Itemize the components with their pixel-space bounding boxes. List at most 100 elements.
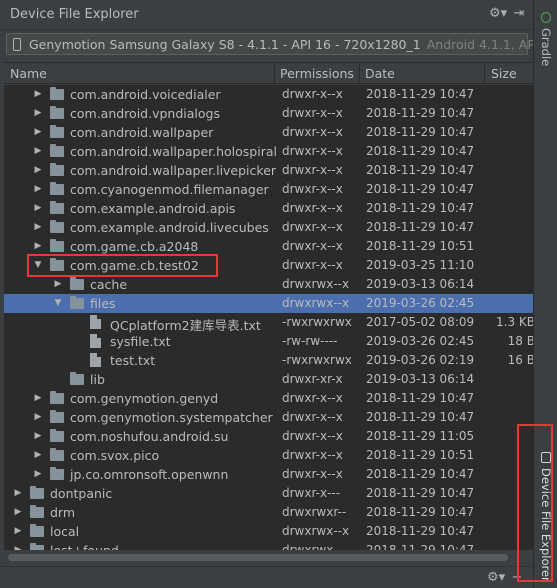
scrollbar-thumb[interactable] (8, 554, 508, 561)
folder-row[interactable]: ▶ com.android.voicedialer drwxr-x--x 2018-1… (4, 85, 533, 104)
collapse-arrow-icon[interactable]: ▶ (32, 218, 44, 237)
entry-name: com.android.wallpaper.livepicker (70, 163, 277, 178)
collapse-arrow-icon[interactable]: ▶ (12, 503, 24, 522)
folder-row[interactable]: ▶ com.cyanogenmod.filemanager drwxr-x--x 20… (4, 180, 533, 199)
file-tree: ▶ com.android.voicedialer drwxr-x--x 2018-1… (4, 85, 533, 550)
entry-permissions: drwxr-x--x (282, 182, 343, 196)
folder-row[interactable]: ▶ com.android.wallpaper.livepicker drwxr-x… (4, 161, 533, 180)
collapse-arrow-icon[interactable]: ▶ (32, 465, 44, 484)
folder-icon (70, 296, 84, 309)
folder-row[interactable]: ▶ drm drwxrwxr-- 2018-11-29 10:47 (4, 503, 533, 522)
collapse-arrow-icon[interactable]: ▶ (32, 389, 44, 408)
tab-gradle[interactable]: Gradle (534, 10, 557, 70)
entry-name: dontpanic (50, 486, 113, 501)
folder-row[interactable]: ▶ lost+found drwxrwx--- 2018-11-29 10:47 (4, 541, 533, 550)
folder-row[interactable]: ▶ com.android.vpndialogs drwxr-x--x 2018-11… (4, 104, 533, 123)
entry-name: local (50, 524, 80, 539)
entry-permissions: drwxr-x--x (282, 258, 343, 272)
collapse-arrow-icon[interactable]: ▶ (32, 180, 44, 199)
collapse-arrow-icon[interactable]: ▶ (32, 237, 44, 256)
folder-icon (50, 258, 64, 271)
folder-row[interactable]: ▶ com.svox.pico drwxr-x--x 2018-11-29 10:51 (4, 446, 533, 465)
entry-date: 2018-11-29 10:47 (366, 467, 475, 481)
folder-row[interactable]: ▶ local drwxrwx--x 2018-11-29 10:47 (4, 522, 533, 541)
folder-row[interactable]: ▶ jp.co.omronsoft.openwnn drwxr-x--x 2018-1… (4, 465, 533, 484)
entry-name: cache (90, 277, 128, 292)
entry-date: 2018-11-29 10:47 (366, 524, 475, 538)
entry-permissions: drwxr-x--x (282, 144, 343, 158)
folder-row[interactable]: lib drwxr-xr-x 2019-03-13 06:14 (4, 370, 533, 389)
entry-permissions: drwxr-x--x (282, 125, 343, 139)
folder-icon (50, 391, 64, 404)
entry-permissions: drwxrwxr-- (282, 505, 347, 519)
folder-row[interactable]: ▼ files drwxrwx--x 2019-03-26 02:45 (4, 294, 533, 313)
column-divider[interactable] (274, 63, 275, 84)
tab-gradle-label: Gradle (539, 28, 553, 67)
horizontal-scrollbar[interactable] (4, 550, 533, 564)
collapse-arrow-icon[interactable]: ▶ (32, 123, 44, 142)
column-divider[interactable] (484, 63, 485, 84)
collapse-arrow-icon[interactable]: ▶ (32, 161, 44, 180)
file-row[interactable]: test.txt -rwxrwxrwx 2019-03-26 02:19 16 B (4, 351, 533, 370)
device-file-explorer-panel: Device File Explorer ⚙▾ ⇥ Genymotion Sam… (0, 0, 557, 588)
expand-arrow-icon[interactable]: ▼ (32, 256, 44, 275)
folder-row[interactable]: ▶ cache drwxrwx--x 2019-03-13 06:14 (4, 275, 533, 294)
column-divider[interactable] (359, 63, 360, 84)
entry-date: 2018-11-29 10:47 (366, 505, 475, 519)
minimize-icon[interactable]: − (509, 570, 525, 586)
collapse-arrow-icon[interactable]: ▶ (52, 275, 64, 294)
folder-row[interactable]: ▶ com.example.android.livecubes drwxr-x--x… (4, 218, 533, 237)
file-row[interactable]: QCplatform2建库导表.txt -rwxrwxrwx 2017-05-02 … (4, 313, 533, 333)
entry-permissions: drwxr-x--x (282, 448, 343, 462)
table-header: Name Permissions Date Size (4, 62, 533, 84)
folder-icon (70, 277, 84, 290)
folder-row[interactable]: ▶ com.example.android.apis drwxr-x--x 2018-… (4, 199, 533, 218)
entry-name: com.android.vpndialogs (70, 106, 220, 121)
folder-row[interactable]: ▶ com.genymotion.genyd drwxr-x--x 2018-11-2… (4, 389, 533, 408)
gear-icon[interactable]: ⚙▾ (487, 570, 505, 586)
column-header-name[interactable]: Name (10, 66, 47, 81)
folder-icon (50, 144, 64, 157)
collapse-arrow-icon[interactable]: ▶ (12, 541, 24, 550)
column-header-size[interactable]: Size (491, 66, 517, 81)
entry-date: 2018-11-29 10:47 (366, 87, 475, 101)
entry-size: 18 B (507, 334, 533, 348)
bottom-toolbar: ⚙▾ − (0, 566, 533, 588)
gear-icon[interactable]: ⚙▾ (489, 6, 507, 22)
phone-icon (541, 452, 551, 463)
entry-date: 2018-11-29 10:47 (366, 106, 475, 120)
collapse-arrow-icon[interactable]: ▶ (32, 142, 44, 161)
hide-panel-icon[interactable]: ⇥ (511, 6, 527, 22)
folder-row[interactable]: ▶ dontpanic drwxr-x--- 2018-11-29 10:47 (4, 484, 533, 503)
entry-date: 2018-11-29 10:47 (366, 182, 475, 196)
folder-row[interactable]: ▼ com.game.cb.test02 drwxr-x--x 2019-03-25 … (4, 256, 533, 275)
expand-arrow-icon[interactable]: ▼ (52, 294, 64, 313)
folder-row[interactable]: ▶ com.android.wallpaper.holospiral drwxr-x… (4, 142, 533, 161)
entry-name: com.game.cb.a2048 (70, 239, 199, 254)
collapse-arrow-icon[interactable]: ▶ (32, 85, 44, 104)
collapse-arrow-icon[interactable]: ▶ (32, 104, 44, 123)
collapse-arrow-icon[interactable]: ▶ (32, 427, 44, 446)
collapse-arrow-icon[interactable]: ▶ (12, 522, 24, 541)
folder-row[interactable]: ▶ com.noshufou.android.su drwxr-x--x 2018-1… (4, 427, 533, 446)
collapse-arrow-icon[interactable]: ▶ (32, 446, 44, 465)
entry-name: com.example.android.apis (70, 201, 236, 216)
folder-row[interactable]: ▶ com.game.cb.a2048 drwxr-x--x 2018-11-29 1… (4, 237, 533, 256)
tab-device-file-explorer[interactable]: Device File Explorer (534, 440, 557, 582)
folder-row[interactable]: ▶ com.genymotion.systempatcher drwxr-x--x 2… (4, 408, 533, 427)
entry-date: 2018-11-29 10:47 (366, 163, 475, 177)
column-header-permissions[interactable]: Permissions (280, 66, 354, 81)
entry-date: 2018-11-29 10:47 (366, 391, 475, 405)
entry-name: files (90, 296, 116, 311)
entry-name: test.txt (110, 353, 156, 368)
title-toolbar: ⚙▾ ⇥ (489, 6, 527, 22)
file-row[interactable]: sysfile.txt -rw-rw---- 2019-03-26 02:45 18 … (4, 332, 533, 351)
collapse-arrow-icon[interactable]: ▶ (32, 408, 44, 427)
folder-row[interactable]: ▶ com.android.wallpaper drwxr-x--x 2018-11-… (4, 123, 533, 142)
column-header-date[interactable]: Date (365, 66, 395, 81)
entry-date: 2018-11-29 10:51 (366, 448, 475, 462)
device-selector[interactable]: Genymotion Samsung Galaxy S8 - 4.1.1 - A… (6, 33, 557, 55)
entry-name: com.android.voicedialer (70, 87, 221, 102)
collapse-arrow-icon[interactable]: ▶ (32, 199, 44, 218)
collapse-arrow-icon[interactable]: ▶ (12, 484, 24, 503)
